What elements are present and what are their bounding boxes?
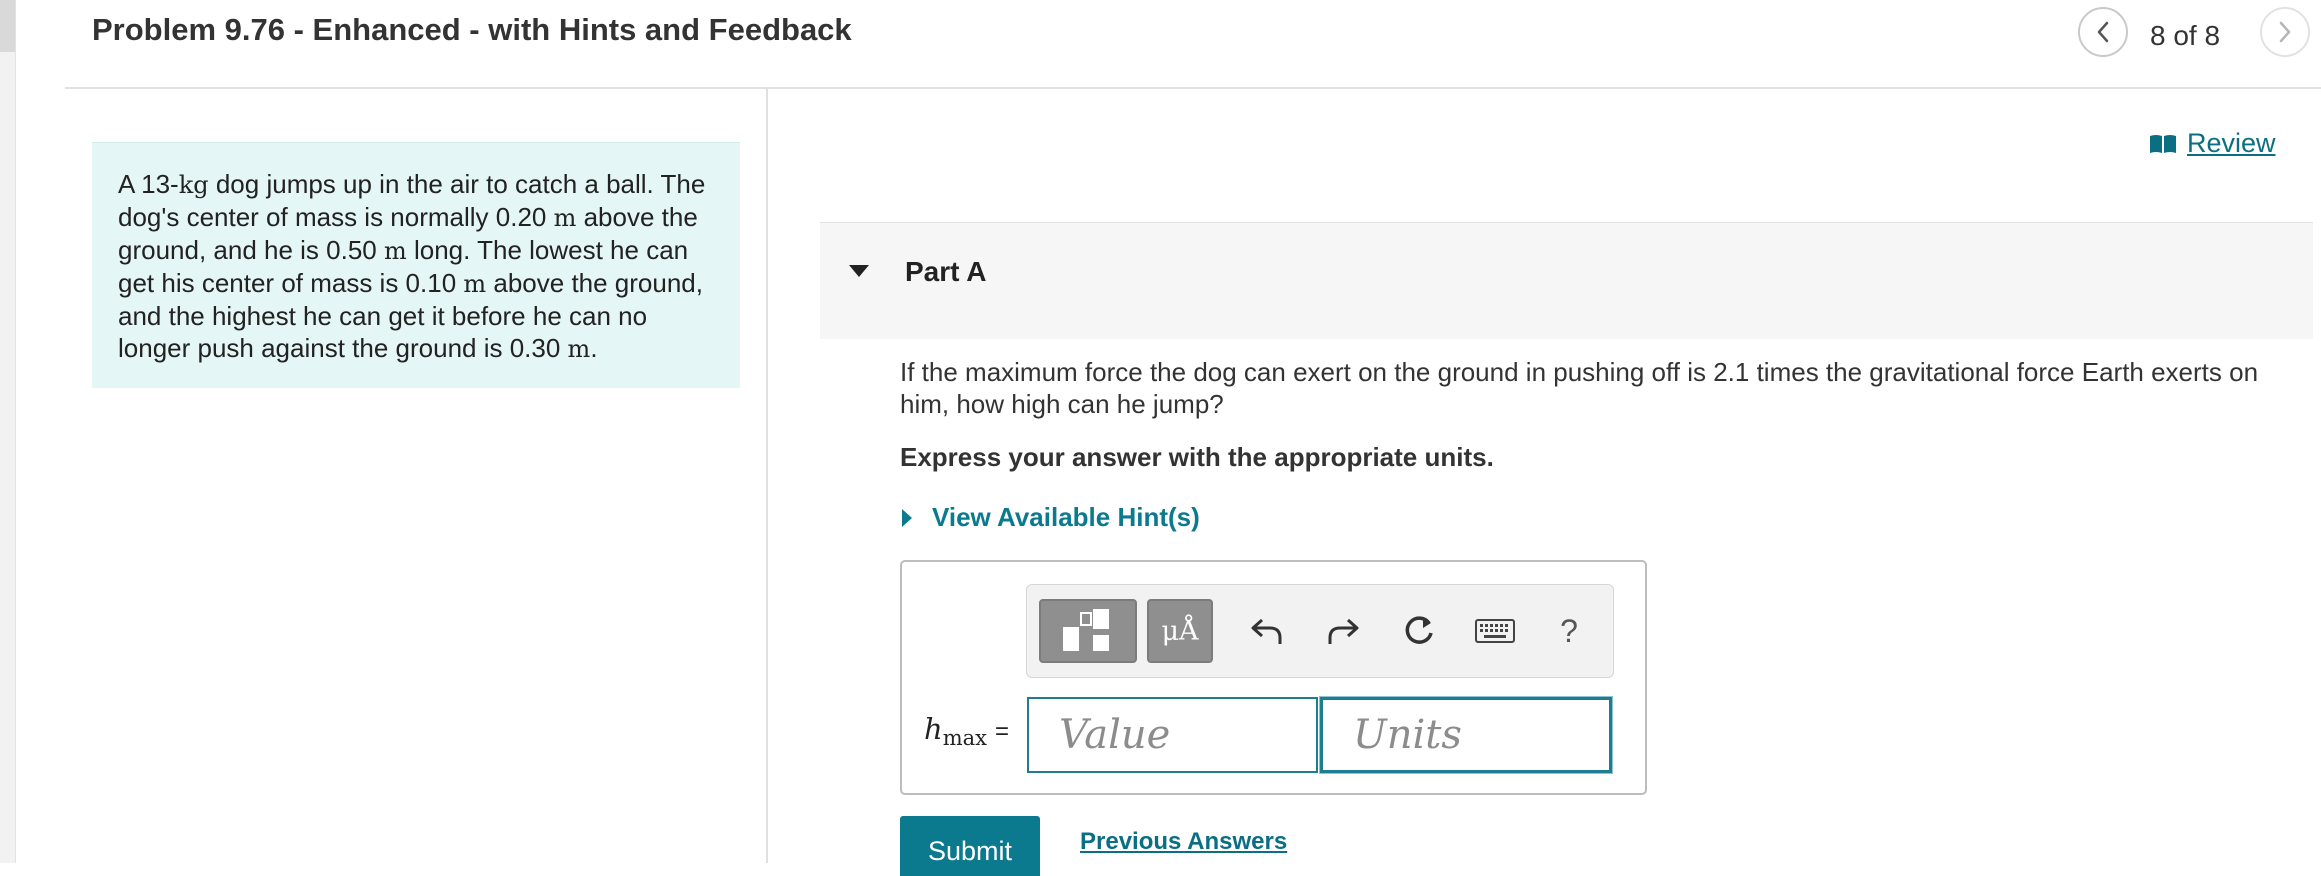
templates-button[interactable]: [1039, 599, 1137, 663]
hints-label: View Available Hint(s): [932, 502, 1200, 532]
unit-m: m: [567, 335, 591, 363]
review-link[interactable]: Review: [2149, 128, 2276, 159]
redo-icon[interactable]: [1321, 609, 1365, 653]
submit-button[interactable]: Submit: [900, 816, 1040, 876]
problem-statement: A 13-kg dog jumps up in the air to catch…: [92, 142, 740, 388]
variable-subscript: max: [942, 726, 987, 750]
view-hints-toggle[interactable]: View Available Hint(s): [900, 502, 1200, 533]
question-text: If the maximum force the dog can exert o…: [900, 357, 2259, 419]
part-title: Part A: [905, 256, 987, 287]
left-rail-tab[interactable]: [0, 0, 15, 52]
chevron-right-icon: [2279, 21, 2291, 43]
review-label: Review: [2187, 128, 2276, 158]
statement-text: A 13-: [118, 169, 179, 199]
statement-text: .: [590, 333, 598, 363]
keyboard-icon[interactable]: [1473, 609, 1517, 653]
part-a-header[interactable]: Part A: [820, 222, 2313, 339]
answer-variable-label: hmax =: [924, 712, 1009, 750]
equals-sign: =: [994, 718, 1009, 745]
chevron-left-icon: [2097, 21, 2109, 43]
caret-down-icon[interactable]: [847, 263, 871, 279]
reset-icon[interactable]: [1397, 609, 1441, 653]
instruction-text: Express your answer with the appropriate…: [900, 442, 1494, 472]
left-rail: [0, 0, 16, 863]
undo-icon[interactable]: [1245, 609, 1289, 653]
units-input[interactable]: [1320, 697, 1612, 773]
help-button[interactable]: ?: [1547, 609, 1591, 653]
previous-problem-button[interactable]: [2078, 7, 2128, 57]
unit-m: m: [383, 237, 407, 265]
pane-divider: [766, 89, 768, 863]
templates-icon: [1063, 609, 1109, 651]
units-symbols-button[interactable]: μÅ: [1147, 599, 1213, 663]
next-problem-button[interactable]: [2260, 7, 2310, 57]
problem-counter: 8 of 8: [2150, 20, 2221, 51]
caret-right-icon: [902, 508, 912, 527]
unit-m: m: [553, 204, 577, 232]
problem-title: Problem 9.76 - Enhanced - with Hints and…: [92, 12, 852, 47]
math-toolbar: μÅ ?: [1026, 584, 1614, 678]
variable-symbol: h: [924, 712, 943, 746]
unit-kg: kg: [178, 171, 209, 199]
answer-box: μÅ ? hmax =: [900, 560, 1647, 795]
value-input[interactable]: [1027, 697, 1318, 773]
header-divider: [65, 87, 2321, 89]
book-icon: [2150, 134, 2176, 153]
previous-answers-link[interactable]: Previous Answers: [1080, 828, 1287, 856]
unit-m: m: [463, 270, 487, 298]
